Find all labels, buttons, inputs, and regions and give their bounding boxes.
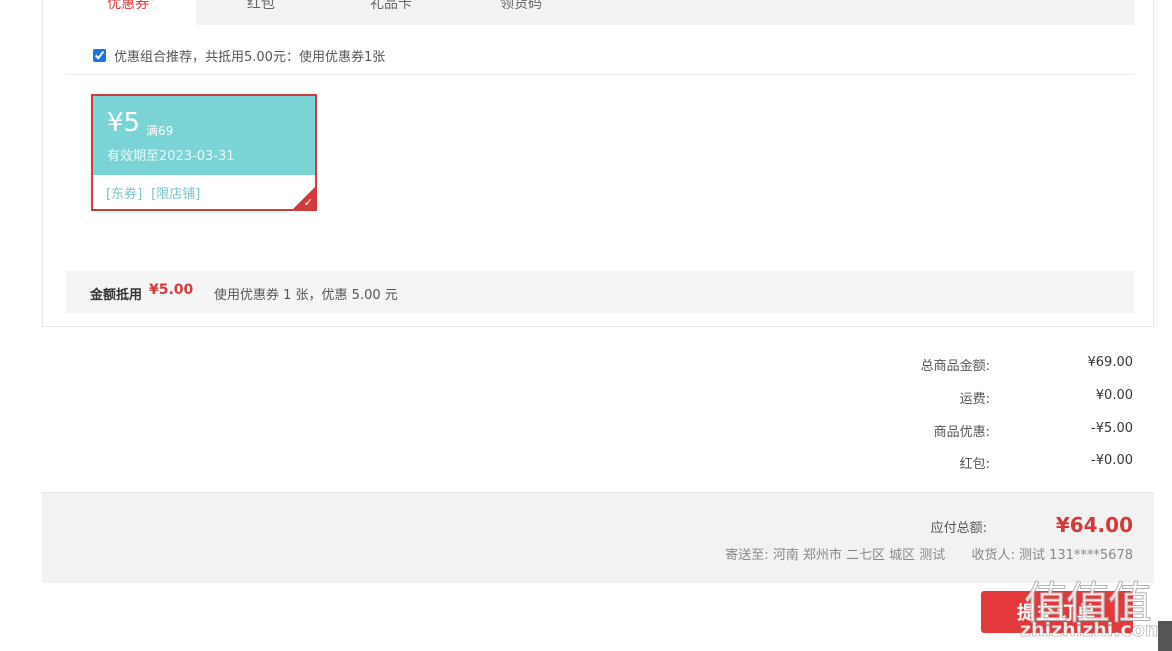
total-label: 红包:	[959, 457, 990, 472]
total-value: -¥5.00	[1091, 421, 1133, 436]
check-icon: ✓	[303, 196, 313, 209]
total-row-discount: 商品优惠: -¥5.00	[0, 421, 1172, 440]
coupon-validity: 有效期至2023-03-31	[107, 149, 235, 164]
discount-tabs: 优惠券 红包 礼品卡 领货码	[66, 0, 1134, 25]
total-label: 商品优惠:	[933, 425, 990, 440]
total-label: 运费:	[959, 392, 990, 407]
payable-label: 应付总额:	[930, 521, 987, 536]
tab-gift-cards[interactable]: 礼品卡	[326, 0, 456, 25]
receiver-label: 收货人:	[971, 548, 1015, 563]
recommend-text: 优惠组合推荐，共抵用5.00元：使用优惠券1张	[114, 49, 386, 65]
coupon-condition: 满69	[146, 124, 174, 138]
tab-red-packets[interactable]: 红包	[196, 0, 326, 25]
total-value: ¥69.00	[1087, 355, 1134, 370]
coupon-amount: ¥5	[107, 108, 141, 138]
total-label: 总商品金额:	[920, 359, 990, 374]
corner-block	[1158, 621, 1172, 651]
coupon-tag: [东券]	[106, 187, 143, 202]
tab-coupons[interactable]: 优惠券	[66, 0, 196, 25]
submit-order-button[interactable]: 提交订单	[981, 591, 1133, 633]
ship-to-label: 寄送至:	[725, 548, 769, 563]
ship-to-address: 河南 郑州市 二七区 城区 测试	[772, 548, 946, 563]
divider	[66, 74, 1134, 75]
total-row-shipping: 运费: ¥0.00	[0, 388, 1172, 407]
coupon-card[interactable]: ¥5 满69 有效期至2023-03-31 [东券] [限店铺] ✓	[91, 94, 317, 211]
coupon-tags: [东券] [限店铺]	[106, 183, 209, 202]
summary-description: 使用优惠券 1 张，优惠 5.00 元	[214, 288, 398, 303]
total-row-red-packet: 红包: -¥0.00	[0, 453, 1172, 472]
recommend-checkbox[interactable]	[93, 48, 106, 62]
payable-section: 应付总额: ¥64.00 寄送至: 河南 郑州市 二七区 城区 测试 收货人: …	[42, 492, 1154, 583]
total-row-goods: 总商品金额: ¥69.00	[0, 355, 1172, 374]
recommend-combo-row[interactable]: 优惠组合推荐，共抵用5.00元：使用优惠券1张	[93, 45, 385, 65]
tab-coupons-label: 优惠券	[107, 0, 150, 12]
receiver-value: 测试 131****5678	[1018, 548, 1133, 563]
summary-amount: ¥5.00	[149, 282, 194, 298]
coupon-panel: 优惠券 红包 礼品卡 领货码 优惠组合推荐，共抵用5.00元：使用优惠券1张 ¥…	[42, 0, 1154, 327]
payable-amount: ¥64.00	[1055, 513, 1133, 537]
summary-label: 金额抵用	[90, 288, 143, 303]
coupon-header: ¥5 满69 有效期至2023-03-31	[93, 96, 315, 175]
discount-summary-bar: 金额抵用 ¥5.00 使用优惠券 1 张，优惠 5.00 元	[66, 271, 1134, 313]
shipping-info: 寄送至: 河南 郑州市 二七区 城区 测试 收货人: 测试 131****567…	[725, 544, 1133, 563]
tab-redeem-code[interactable]: 领货码	[456, 0, 586, 25]
total-value: ¥0.00	[1095, 388, 1133, 403]
total-value: -¥0.00	[1091, 453, 1133, 468]
coupon-tag: [限店铺]	[151, 187, 201, 202]
